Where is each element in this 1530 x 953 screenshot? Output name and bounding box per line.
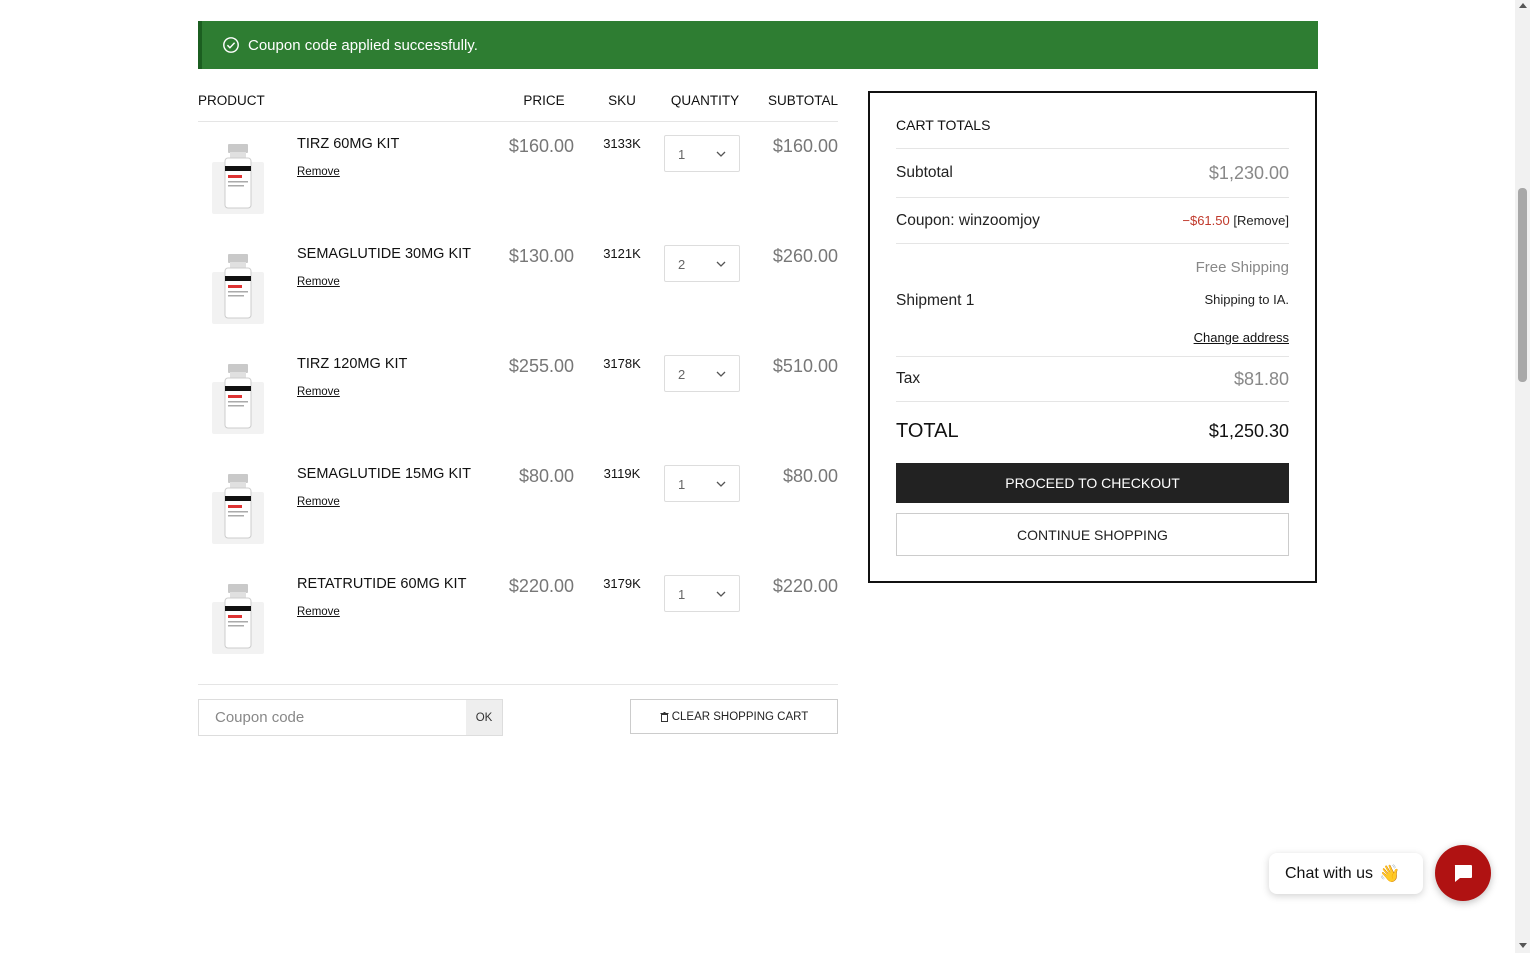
cart-row: RETATRUTIDE 60MG KIT Remove $220.00 3179… — [198, 562, 838, 672]
cart-row: SEMAGLUTIDE 15MG KIT Remove $80.00 3119K… — [198, 452, 838, 562]
clear-cart-label: CLEAR SHOPPING CART — [671, 710, 809, 723]
product-name[interactable]: TIRZ 120MG KIT — [297, 356, 407, 372]
totals-total-row: TOTAL $1,250.30 — [896, 402, 1289, 460]
totals-shipping-row: Free Shipping Shipment 1 Shipping to IA.… — [896, 244, 1289, 357]
chat-label: Chat with us — [1285, 864, 1374, 882]
quantity-value: 1 — [678, 477, 686, 492]
product-vial-image[interactable] — [206, 360, 270, 436]
chat-bubble-icon — [1454, 865, 1472, 882]
remove-link[interactable]: Remove — [297, 386, 340, 398]
row-subtotal: $80.00 — [782, 466, 838, 486]
header-price: PRICE — [523, 93, 565, 108]
proceed-to-checkout-button[interactable]: PROCEED TO CHECKOUT — [896, 463, 1289, 503]
header-sku: SKU — [608, 93, 636, 108]
product-sku: 3179K — [603, 576, 641, 591]
product-price: $130.00 — [508, 246, 574, 266]
chevron-down-icon — [716, 481, 726, 487]
coupon-input[interactable] — [199, 700, 466, 735]
quantity-select[interactable]: 1 — [664, 465, 740, 502]
page-scrollbar[interactable] — [1515, 0, 1530, 953]
subtotal-label: Subtotal — [896, 164, 953, 181]
remove-link[interactable]: Remove — [297, 166, 340, 178]
chat-launcher-button[interactable] — [1435, 845, 1491, 901]
product-vial-image[interactable] — [206, 140, 270, 216]
tax-label: Tax — [896, 370, 921, 387]
product-sku: 3178K — [603, 356, 641, 371]
cart-row: SEMAGLUTIDE 30MG KIT Remove $130.00 3121… — [198, 232, 838, 342]
cart-actions: OK CLEAR SHOPPING CART — [198, 684, 838, 736]
coupon-discount: −$61.50 [Remove] — [1182, 213, 1289, 228]
coupon-label: Coupon: winzoomjoy — [896, 211, 1040, 229]
product-price: $80.00 — [518, 466, 574, 486]
shipping-free: Free Shipping — [1195, 259, 1289, 276]
scroll-thumb[interactable] — [1518, 188, 1527, 382]
cart-totals-title: CART TOTALS — [896, 93, 1289, 149]
header-quantity: QUANTITY — [670, 93, 740, 108]
quantity-value: 1 — [678, 587, 686, 602]
totals-coupon-row: Coupon: winzoomjoy −$61.50 [Remove] — [896, 198, 1289, 244]
product-name[interactable]: RETATRUTIDE 60MG KIT — [297, 576, 466, 592]
product-price: $160.00 — [508, 136, 574, 156]
apply-coupon-button[interactable]: OK — [466, 700, 502, 735]
remove-link[interactable]: Remove — [297, 276, 340, 288]
product-price: $220.00 — [508, 576, 574, 596]
row-subtotal: $220.00 — [772, 576, 838, 596]
quantity-value: 1 — [678, 147, 686, 162]
coupon-success-notice: Coupon code applied successfully. — [198, 21, 1318, 69]
row-subtotal: $510.00 — [772, 356, 838, 376]
shipping-destination: Shipping to IA. — [1204, 292, 1289, 307]
quantity-select[interactable]: 2 — [664, 245, 740, 282]
chat-with-us-label[interactable]: Chat with us 👋 — [1269, 853, 1423, 894]
product-sku: 3121K — [603, 246, 641, 261]
product-sku: 3133K — [603, 136, 641, 151]
coupon-value: −$61.50 — [1182, 213, 1230, 228]
quantity-value: 2 — [678, 257, 686, 272]
total-label: TOTAL — [896, 419, 959, 442]
remove-link[interactable]: Remove — [297, 606, 340, 618]
coupon-form: OK — [198, 699, 503, 736]
shipment-label: Shipment 1 — [896, 292, 975, 309]
product-vial-image[interactable] — [206, 470, 270, 546]
product-price: $255.00 — [508, 356, 574, 376]
product-vial-image[interactable] — [206, 580, 270, 656]
product-sku: 3119K — [603, 466, 641, 481]
tax-value: $81.80 — [1233, 368, 1289, 389]
quantity-select[interactable]: 2 — [664, 355, 740, 392]
waving-hand-icon: 👋 — [1379, 863, 1401, 883]
totals-subtotal-row: Subtotal $1,230.00 — [896, 149, 1289, 198]
cart-row: TIRZ 60MG KIT Remove $160.00 3133K 1 $16… — [198, 122, 838, 232]
product-vial-image[interactable] — [206, 250, 270, 326]
notice-message: Coupon code applied successfully. — [248, 36, 478, 54]
quantity-select[interactable]: 1 — [664, 575, 740, 612]
chevron-down-icon — [716, 371, 726, 377]
subtotal-value: $1,230.00 — [1208, 162, 1289, 183]
table-header: PRODUCT PRICE SKU QUANTITY SUBTOTAL — [198, 80, 838, 122]
scroll-up-arrow-icon[interactable] — [1519, 3, 1527, 8]
chevron-down-icon — [716, 261, 726, 267]
header-product: PRODUCT — [198, 93, 265, 108]
header-subtotal: SUBTOTAL — [767, 93, 838, 108]
row-subtotal: $160.00 — [772, 136, 838, 156]
total-value: $1,250.30 — [1208, 420, 1289, 441]
chevron-down-icon — [716, 591, 726, 597]
product-name[interactable]: SEMAGLUTIDE 30MG KIT — [297, 246, 471, 262]
cart-table: PRODUCT PRICE SKU QUANTITY SUBTOTAL TIRZ… — [198, 80, 838, 672]
chevron-down-icon — [716, 151, 726, 157]
totals-tax-row: Tax $81.80 — [896, 357, 1289, 402]
cart-row: TIRZ 120MG KIT Remove $255.00 3178K 2 $5… — [198, 342, 838, 452]
quantity-value: 2 — [678, 367, 686, 382]
change-address-link[interactable]: Change address — [1194, 330, 1289, 345]
check-circle-icon — [223, 37, 239, 53]
product-name[interactable]: SEMAGLUTIDE 15MG KIT — [297, 466, 471, 482]
cart-totals-panel: CART TOTALS Subtotal $1,230.00 Coupon: w… — [868, 91, 1317, 583]
remove-link[interactable]: Remove — [297, 496, 340, 508]
product-name[interactable]: TIRZ 60MG KIT — [297, 136, 399, 152]
continue-shopping-button[interactable]: CONTINUE SHOPPING — [896, 513, 1289, 556]
row-subtotal: $260.00 — [772, 246, 838, 266]
clear-cart-button[interactable]: CLEAR SHOPPING CART — [630, 699, 838, 734]
coupon-remove-link[interactable]: [Remove] — [1233, 213, 1289, 228]
scroll-down-arrow-icon[interactable] — [1519, 943, 1527, 948]
quantity-select[interactable]: 1 — [664, 135, 740, 172]
trash-icon — [660, 711, 669, 722]
